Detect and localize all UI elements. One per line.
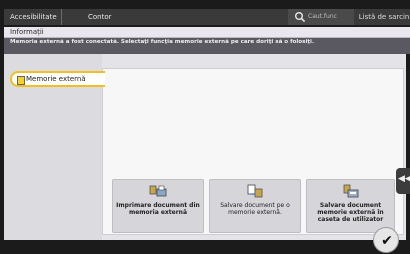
search-icon: [295, 12, 306, 23]
save-to-memory-label: Salvare document pe o memorie externă.: [220, 202, 290, 216]
search-label: Caut.func: [308, 13, 337, 20]
save-to-memory-icon: [247, 184, 263, 198]
tab-external-memory[interactable]: Memorie externă: [10, 71, 105, 87]
save-to-memory-button[interactable]: Salvare document pe o memorie externă.: [209, 179, 301, 233]
screen-frame: Accesibilitate Contor Caut.func Listă de…: [0, 0, 410, 253]
print-from-memory-button[interactable]: Imprimare document din memoria externă: [112, 179, 204, 233]
save-to-user-box-label: Salvare document memorie externă în case…: [317, 202, 384, 223]
info-title-bar: Informații: [4, 27, 410, 38]
ok-button[interactable]: ✔: [373, 227, 399, 253]
info-message: Memoria externă a fost conectată. Select…: [10, 39, 315, 45]
print-from-memory-icon: [149, 185, 167, 197]
job-list-button[interactable]: Listă de sarcini: [356, 9, 410, 25]
search-function-button[interactable]: Caut.func: [288, 9, 354, 25]
info-title: Informații: [10, 28, 44, 36]
bottom-bar: [4, 240, 410, 253]
save-to-user-box-icon: [343, 184, 358, 198]
message-bar: Memoria externă a fost conectată. Select…: [4, 38, 410, 54]
top-bar: Accesibilitate Contor Caut.func Listă de…: [4, 9, 410, 25]
double-chevron-left-icon: ◀◀: [398, 174, 410, 184]
counter-button[interactable]: Contor: [66, 9, 118, 25]
checkmark-icon: ✔: [381, 233, 393, 249]
memory-icon: [17, 76, 25, 85]
print-from-memory-label: Imprimare document din memoria externă: [116, 202, 200, 216]
accessibility-button[interactable]: Accesibilitate: [4, 9, 62, 25]
save-to-user-box-button[interactable]: Salvare document memorie externă în case…: [306, 179, 395, 233]
side-panel-toggle[interactable]: ◀◀: [396, 168, 410, 194]
tab-label: Memorie externă: [26, 75, 86, 83]
content-area: Memorie externă Imprimare document din m…: [4, 54, 406, 240]
